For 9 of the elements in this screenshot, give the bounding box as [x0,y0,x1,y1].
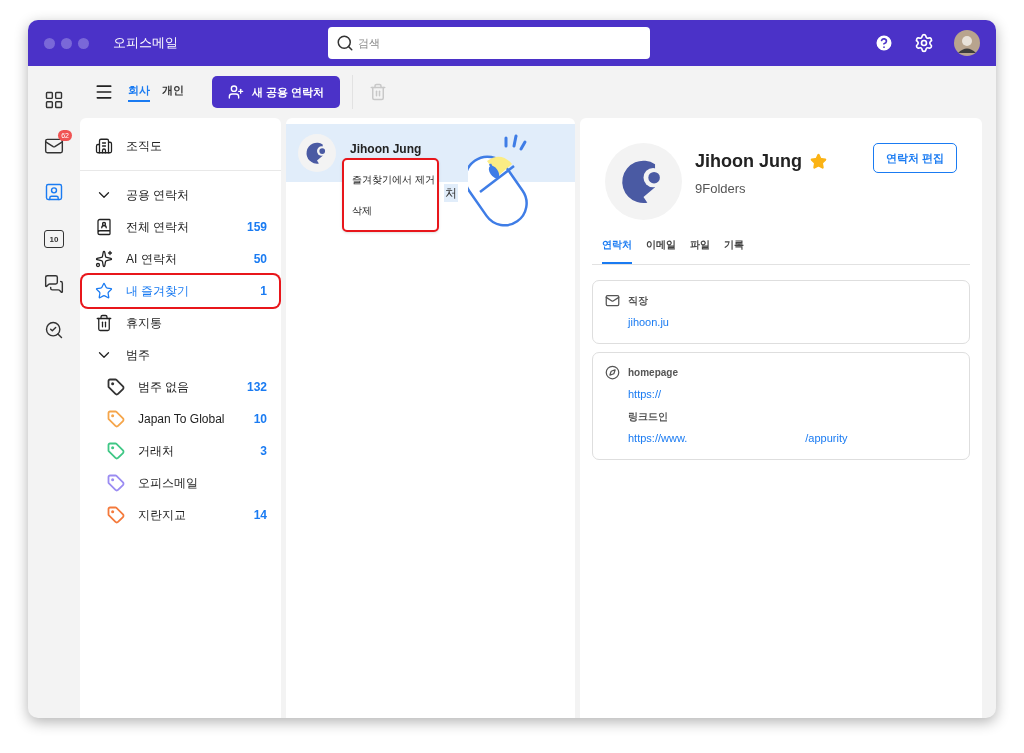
contact-name: Jihoon Jung [350,141,423,158]
field-label: 링크드인 [628,410,669,424]
window-title: 오피스메일 [113,34,178,53]
contact-name: Jihoon Jung [695,150,802,173]
field-label: homepage [628,365,679,380]
field-label: 직장 [628,294,649,308]
company-name: 9Folders [695,180,747,198]
calendar-day: 10 [49,233,59,246]
contact-subtitle: 처 [444,184,458,202]
